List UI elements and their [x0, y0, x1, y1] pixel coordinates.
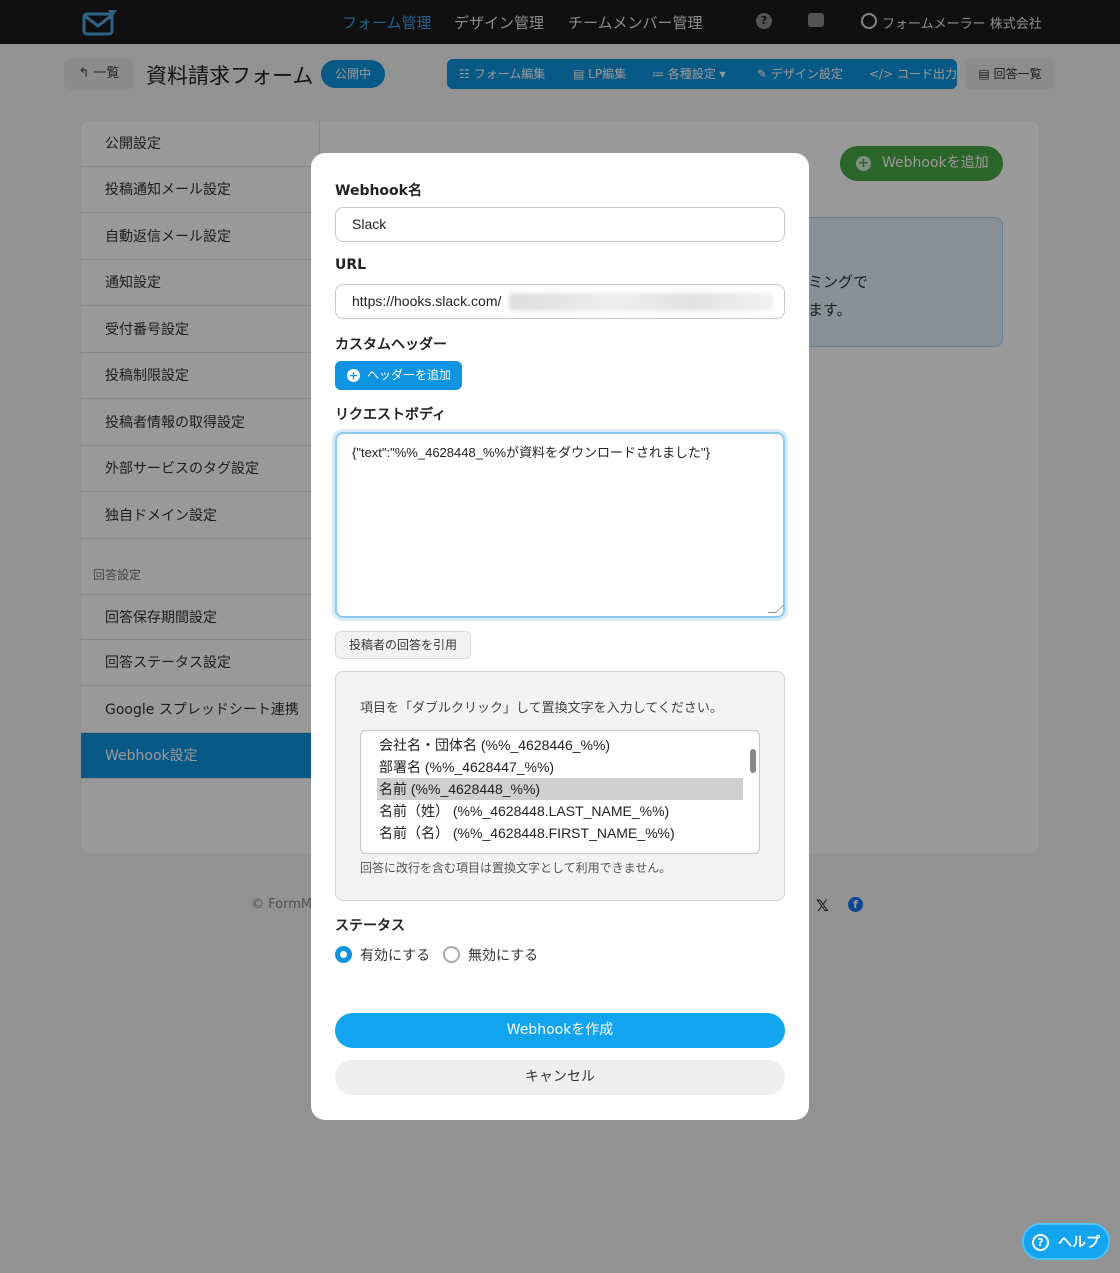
status-label: ステータス	[335, 918, 405, 934]
url-redacted-blur	[509, 293, 773, 311]
status-disabled-label[interactable]: 無効にする	[468, 945, 538, 965]
add-header-button[interactable]: + ヘッダーを追加	[335, 361, 462, 390]
variable-panel: 項目を「ダブルクリック」して置換文字を入力してください。 会社名・団体名 (%%…	[335, 671, 785, 901]
resize-handle-icon[interactable]	[768, 605, 784, 613]
help-button[interactable]: ? ヘルプ	[1022, 1223, 1110, 1260]
request-body-label: リクエストボディ	[335, 407, 447, 423]
request-body-value: {"text":"%%_4628448_%%が資料をダウンロードされました"}	[352, 445, 711, 460]
list-item[interactable]: 名前（名） (%%_4628448.FIRST_NAME_%%)	[377, 822, 743, 844]
variable-note: 回答に改行を含む項目は置換文字として利用できません。	[360, 861, 672, 875]
status-enabled-label[interactable]: 有効にする	[360, 945, 430, 965]
add-header-label: ヘッダーを追加	[367, 368, 452, 382]
cancel-button[interactable]: キャンセル	[335, 1060, 785, 1095]
webhook-name-label: Webhook名	[335, 183, 422, 199]
webhook-modal: Webhook名 Slack URL https://hooks.slack.c…	[311, 153, 809, 1120]
variable-hint: 項目を「ダブルクリック」して置換文字を入力してください。	[360, 701, 723, 716]
quote-answer-button[interactable]: 投稿者の回答を引用	[335, 631, 471, 659]
status-enabled-radio[interactable]	[335, 946, 352, 963]
custom-header-label: カスタムヘッダー	[335, 337, 447, 353]
variable-list[interactable]: 会社名・団体名 (%%_4628446_%%) 部署名 (%%_4628447_…	[360, 730, 760, 854]
list-item[interactable]: 会社名・団体名 (%%_4628446_%%)	[377, 734, 743, 756]
status-disabled-radio[interactable]	[443, 946, 460, 963]
list-scrollbar[interactable]	[750, 749, 756, 773]
list-item[interactable]: 部署名 (%%_4628447_%%)	[377, 756, 743, 778]
list-item-selected[interactable]: 名前 (%%_4628448_%%)	[377, 778, 743, 800]
url-label: URL	[335, 257, 367, 273]
list-item[interactable]: 名前（姓） (%%_4628448.LAST_NAME_%%)	[377, 800, 743, 822]
plus-icon: +	[347, 369, 360, 382]
question-icon: ?	[1032, 1234, 1049, 1251]
create-webhook-button[interactable]: Webhookを作成	[335, 1013, 785, 1048]
help-label: ヘルプ	[1058, 1235, 1100, 1251]
webhook-name-input[interactable]: Slack	[335, 207, 785, 242]
request-body-textarea[interactable]: {"text":"%%_4628448_%%が資料をダウンロードされました"}	[335, 432, 785, 618]
